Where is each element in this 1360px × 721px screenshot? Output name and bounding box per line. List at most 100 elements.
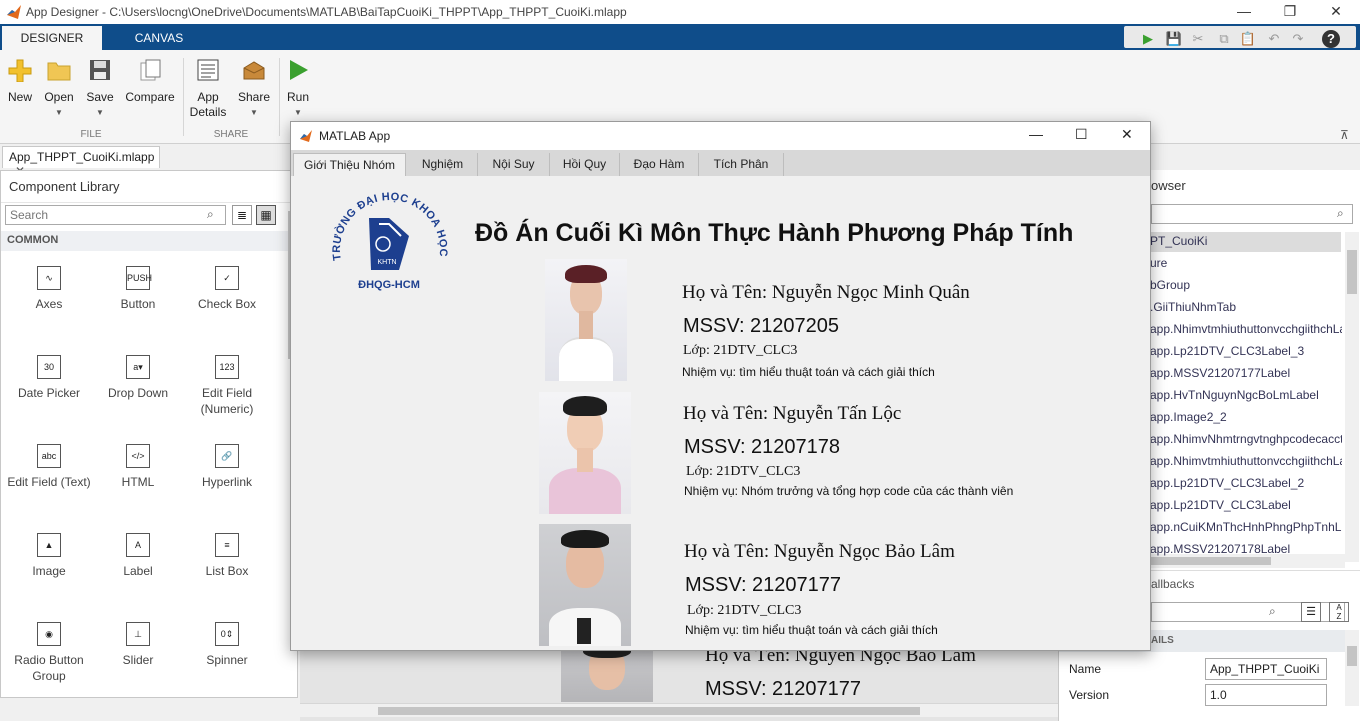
tree-node[interactable]: ure [1150,256,1342,270]
grid-view-icon[interactable]: ▦ [256,205,276,225]
button-icon: PUSH [126,266,152,290]
date-picker-icon: 30 [37,355,61,379]
open-dropdown-icon[interactable]: ▼ [40,105,78,120]
browser-vertical-scrollbar[interactable] [1345,232,1359,562]
version-field[interactable]: 1.0 [1205,684,1327,706]
component-item[interactable]: ∿ Axes [5,266,93,312]
tab-gioi-thieu-nhom[interactable]: Giới Thiệu Nhóm [293,153,406,176]
canvas-member-mssv: MSSV: 21207177 [705,678,862,700]
name-label: Name [1069,662,1102,676]
tree-node[interactable]: app.nCuiKMnThcHnhPhngPhpTnhLa [1150,520,1342,534]
component-item[interactable]: 123 Edit Field (Numeric) [183,355,271,417]
hyperlink-icon: 🔗 [215,444,239,468]
tab-canvas[interactable]: CANVAS [112,26,206,50]
run-dropdown-icon[interactable]: ▼ [284,105,312,120]
section-common[interactable]: COMMON [1,231,288,251]
redo-icon[interactable]: ↷ [1288,30,1308,48]
member-photo-1 [545,259,627,381]
help-icon[interactable]: ? [1322,30,1340,48]
component-item[interactable]: 🔗 Hyperlink [183,444,271,490]
component-item[interactable]: ▲ Image [5,533,93,579]
share-label: Share [237,90,271,104]
html-icon: </> [126,444,150,468]
app-maximize-button[interactable]: ☐ [1075,126,1088,143]
component-item-label: Edit Field (Numeric) [200,386,254,416]
tab-dao-ham[interactable]: Đạo Hàm [620,153,699,176]
save-dropdown-icon[interactable]: ▼ [82,105,118,120]
undo-icon[interactable]: ↶ [1264,30,1284,48]
tree-node[interactable]: app.Lp21DTV_CLC3Label_2 [1150,476,1342,490]
component-item[interactable]: PUSH Button [94,266,182,312]
tree-node[interactable]: app.MSSV21207178Label [1150,542,1342,556]
tree-node[interactable]: app.Lp21DTV_CLC3Label [1150,498,1342,512]
open-button[interactable]: Open ▼ [40,58,78,120]
maximize-button[interactable]: ❐ [1267,0,1313,24]
tab-nghiem[interactable]: Nghiệm [408,153,478,176]
paste-icon[interactable]: 📋 [1238,30,1258,48]
component-item[interactable]: a▾ Drop Down [94,355,182,401]
tree-node[interactable]: .GiiThiuNhmTab [1150,300,1342,314]
minimize-button[interactable]: — [1221,0,1267,24]
tree-node[interactable]: app.Image2_2 [1150,410,1342,424]
collapse-ribbon-icon[interactable]: ⊼ [1340,128,1349,142]
member-3-mssv: MSSV: 21207177 [685,574,842,596]
new-button[interactable]: New [4,58,36,105]
run-quick-icon[interactable]: ▶ [1138,30,1158,48]
component-item[interactable]: ✓ Check Box [183,266,271,312]
app-details-button[interactable]: App Details [188,58,228,120]
share-dropdown-icon[interactable]: ▼ [234,105,274,120]
tree-node[interactable]: app.NhimvtmhiuthuttonvcchgiithchLa [1150,454,1342,468]
component-item[interactable]: abc Edit Field (Text) [5,444,93,490]
open-folder-icon [47,62,71,81]
share-button[interactable]: Share ▼ [234,58,274,120]
tree-node[interactable]: PT_CuoiKi [1150,234,1342,248]
window-title: App Designer - C:\Users\locng\OneDrive\D… [26,5,627,19]
tab-designer[interactable]: DESIGNER [2,26,102,50]
horizontal-scrollbar[interactable] [1,700,299,714]
tree-node[interactable]: app.Lp21DTV_CLC3Label_3 [1150,344,1342,358]
tab-hoi-quy[interactable]: Hồi Quy [550,153,620,176]
component-item[interactable]: 30 Date Picker [5,355,93,401]
close-button[interactable]: ✕ [1313,0,1359,24]
component-item[interactable]: ◉ Radio Button Group [5,622,93,684]
browser-horizontal-scrollbar[interactable] [1151,554,1345,568]
component-item[interactable]: </> HTML [94,444,182,490]
component-item[interactable]: ≡ List Box [183,533,271,579]
tree-node[interactable]: bGroup [1150,278,1342,292]
canvas-horizontal-scrollbar[interactable] [300,703,1058,717]
new-label: New [7,90,32,104]
app-close-button[interactable]: ✕ [1121,126,1133,143]
sort-list-icon[interactable]: ☰ [1301,602,1321,622]
new-icon [8,59,32,83]
component-search-input[interactable]: Search [5,205,226,225]
list-view-icon[interactable]: ≣ [232,205,252,225]
member-3-name: Họ và Tên: Nguyễn Ngọc Bảo Lâm [684,541,955,562]
matlab-app-window: MATLAB App — ☐ ✕ Giới Thiệu Nhóm Nghiệm … [290,121,1151,651]
component-item[interactable]: ⊥ Slider [94,622,182,668]
tree-node[interactable]: app.NhimvNhmtrngvtnghpcodecacct [1150,432,1342,446]
app-minimize-button[interactable]: — [1029,126,1043,142]
tab-noi-suy[interactable]: Nội Suy [478,153,550,176]
axes-icon: ∿ [37,266,61,290]
tree-node[interactable]: app.HvTnNguynNgcBoLmLabel [1150,388,1342,402]
inspector-scrollbar[interactable] [1345,630,1359,706]
save-quick-icon[interactable]: 💾 [1164,30,1184,48]
tab-tich-phan[interactable]: Tích Phân [699,153,784,176]
compare-button[interactable]: Compare [122,58,178,105]
tree-node[interactable]: app.MSSV21207177Label [1150,366,1342,380]
sort-az-icon[interactable]: AZ [1329,602,1349,622]
tree-node[interactable]: app.NhimvtmhiuthuttonvcchgiithchLa [1150,322,1342,336]
file-tab[interactable]: App_THPPT_CuoiKi.mlapp ✕ [2,146,160,178]
ribbon-tab-row: DESIGNER CANVAS ▶ 💾 ✂ ⧉ 📋 ↶ ↷ ? [0,24,1360,50]
component-item[interactable]: 0⇕ Spinner [183,622,271,668]
version-label: Version [1069,688,1110,702]
save-button[interactable]: Save ▼ [82,58,118,120]
numeric-field-icon: 123 [215,355,239,379]
run-button[interactable]: Run ▼ [284,58,312,120]
name-field[interactable]: App_THPPT_CuoiKi [1205,658,1327,680]
browser-search-input[interactable] [1151,204,1353,224]
component-item[interactable]: A Label [94,533,182,579]
logo-badge: KHTN [377,259,396,266]
cut-icon[interactable]: ✂ [1188,30,1208,48]
copy-icon[interactable]: ⧉ [1214,30,1234,48]
